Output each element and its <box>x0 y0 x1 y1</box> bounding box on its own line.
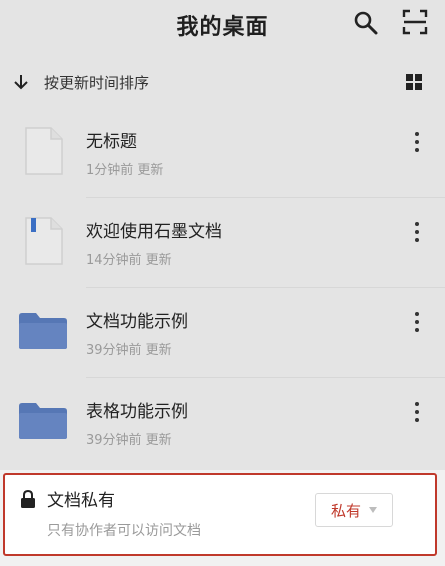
file-name: 表格功能示例 <box>86 402 188 422</box>
file-row-4[interactable]: 表格功能示例 39分钟前 更新 <box>0 378 445 468</box>
scan-icon[interactable] <box>402 9 428 35</box>
document-icon <box>25 217 63 265</box>
sort-bar[interactable]: 按更新时间排序 <box>0 60 445 104</box>
file-name: 无标题 <box>86 132 137 152</box>
app-header: 我的桌面 <box>0 0 445 50</box>
file-name: 欢迎使用石墨文档 <box>86 222 222 242</box>
privacy-description: 只有协作者可以访问文档 <box>47 523 201 539</box>
folder-icon <box>19 403 67 439</box>
file-updated: 14分钟前 更新 <box>86 253 172 268</box>
file-updated: 39分钟前 更新 <box>86 433 172 448</box>
file-name: 文档功能示例 <box>86 312 188 332</box>
more-options-icon[interactable] <box>409 310 425 334</box>
arrow-down-icon <box>14 75 28 90</box>
lock-icon <box>21 490 35 508</box>
file-row-2[interactable]: 欢迎使用石墨文档 14分钟前 更新 <box>0 198 445 288</box>
chevron-down-icon <box>369 507 377 513</box>
file-updated: 1分钟前 更新 <box>86 163 164 178</box>
grid-view-icon[interactable] <box>406 74 422 90</box>
privacy-select-value: 私有 <box>330 501 361 520</box>
privacy-select[interactable]: 私有 <box>315 493 393 527</box>
file-updated: 39分钟前 更新 <box>86 343 172 358</box>
more-options-icon[interactable] <box>409 130 425 154</box>
search-icon[interactable] <box>353 10 379 36</box>
file-row-3[interactable]: 文档功能示例 39分钟前 更新 <box>0 288 445 378</box>
folder-icon <box>19 313 67 349</box>
more-options-icon[interactable] <box>409 400 425 424</box>
file-row-1[interactable]: 无标题 1分钟前 更新 <box>0 108 445 198</box>
page-title: 我的桌面 <box>176 15 269 40</box>
privacy-title: 文档私有 <box>47 491 115 511</box>
more-options-icon[interactable] <box>409 220 425 244</box>
privacy-setting-panel: 文档私有 只有协作者可以访问文档 私有 <box>3 473 437 556</box>
sort-label: 按更新时间排序 <box>44 74 150 92</box>
document-icon <box>25 127 63 175</box>
